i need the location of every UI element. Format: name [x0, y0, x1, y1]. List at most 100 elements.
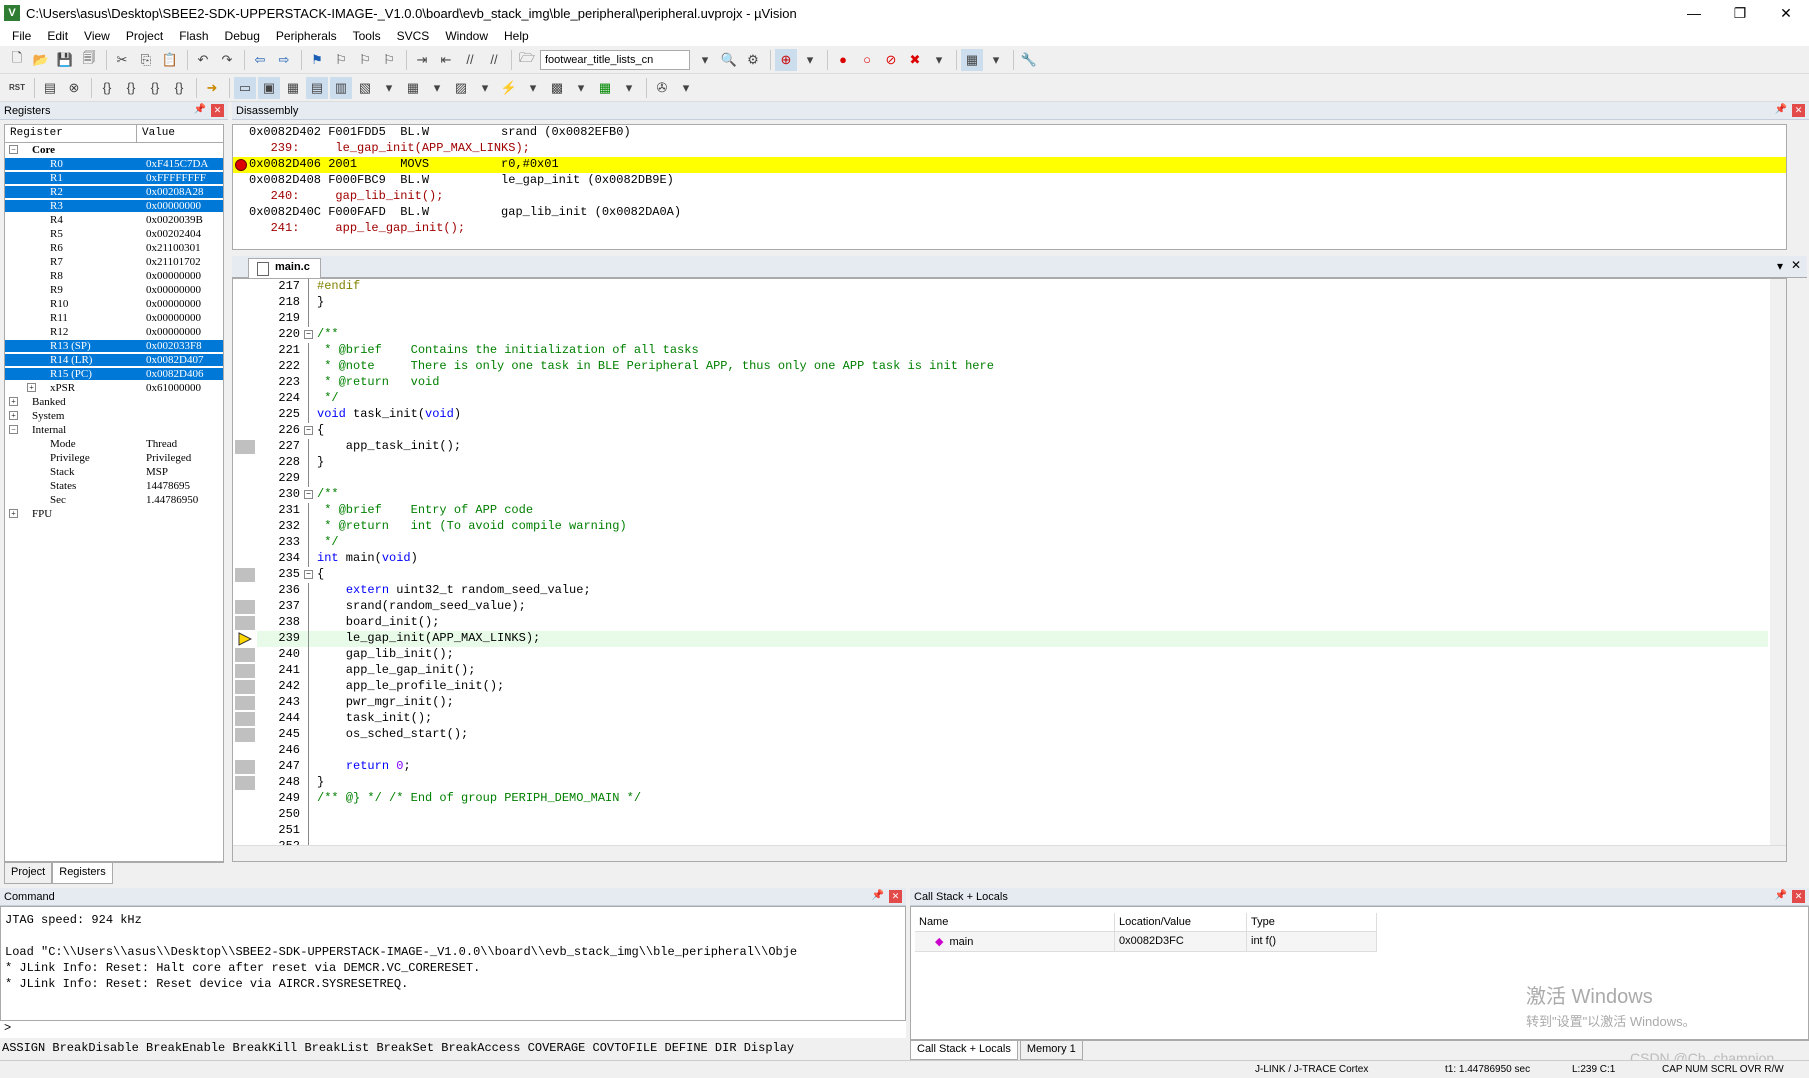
dropdown-arrow-icon[interactable]: ▾ — [928, 49, 950, 71]
pin-icon[interactable]: 📌 — [194, 104, 206, 115]
code-line[interactable]: 250 — [257, 807, 1768, 823]
tree-node-internal[interactable]: − Internal — [5, 423, 223, 437]
register-row[interactable]: R4 0x0020039B — [5, 213, 223, 227]
watch-window-icon[interactable]: ▧ — [354, 77, 376, 99]
disasm-line[interactable]: 0x0082D408 F000FBC9 BL.W le_gap_init (0x… — [233, 173, 1786, 189]
uncomment-icon[interactable]: // — [483, 49, 505, 71]
register-row[interactable]: R14 (LR) 0x0082D407 — [5, 353, 223, 367]
code-line[interactable]: 248} — [257, 775, 1768, 791]
menu-tools[interactable]: Tools — [345, 29, 389, 43]
menu-svcs[interactable]: SVCS — [389, 29, 438, 43]
menu-project[interactable]: Project — [118, 29, 171, 43]
run-icon[interactable]: ▤ — [39, 77, 61, 99]
code-line[interactable]: 236 extern uint32_t random_seed_value; — [257, 583, 1768, 599]
register-column-header[interactable]: Register — [5, 125, 137, 142]
clear-bookmarks-icon[interactable]: ⚐ — [378, 49, 400, 71]
disasm-line[interactable]: 239: le_gap_init(APP_MAX_LINKS); — [233, 141, 1786, 157]
menu-flash[interactable]: Flash — [171, 29, 216, 43]
combo-dropdown-icon[interactable]: ▾ — [694, 49, 716, 71]
save-icon[interactable]: 💾 — [54, 49, 76, 71]
register-row[interactable]: + xPSR 0x61000000 — [5, 381, 223, 395]
tree-expander-icon[interactable]: + — [9, 411, 18, 420]
step-out-icon[interactable]: {} — [144, 77, 166, 99]
fold-toggle-icon[interactable]: − — [304, 570, 313, 579]
disassembly-window-icon[interactable]: ▣ — [258, 76, 280, 99]
tree-node-fpu[interactable]: + FPU — [5, 507, 223, 521]
dropdown-arrow-icon[interactable]: ▾ — [426, 77, 448, 99]
next-bookmark-icon[interactable]: ⚐ — [354, 49, 376, 71]
tab-memory-1[interactable]: Memory 1 — [1019, 1041, 1083, 1060]
register-row[interactable]: R0 0xF415C7DA — [5, 157, 223, 171]
show-next-statement-icon[interactable]: ➜ — [201, 77, 223, 99]
internal-row[interactable]: Privilege Privileged — [5, 451, 223, 465]
cut-icon[interactable]: ✂ — [111, 49, 133, 71]
disable-all-breakpoints-icon[interactable]: ⊘ — [880, 49, 902, 71]
target-combo[interactable]: footwear_title_lists_cn — [540, 49, 690, 70]
undo-icon[interactable]: ↶ — [192, 49, 214, 71]
code-line[interactable]: 234 int main(void) — [257, 551, 1768, 567]
step-into-icon[interactable]: {} — [96, 77, 118, 99]
nav-back-icon[interactable]: ⇦ — [249, 49, 271, 71]
register-row[interactable]: R7 0x21101702 — [5, 255, 223, 269]
dropdown-arrow-icon[interactable]: ▾ — [378, 77, 400, 99]
debug-session-icon[interactable]: ⊕ — [775, 48, 797, 71]
tab-main-c[interactable]: main.c — [248, 258, 321, 278]
paste-icon[interactable]: 📋 — [159, 49, 181, 71]
tree-node-core[interactable]: − Core — [5, 143, 223, 157]
disasm-line[interactable]: 240: gap_lib_init(); — [233, 189, 1786, 205]
fold-toggle-icon[interactable]: − — [304, 490, 313, 499]
disable-breakpoint-icon[interactable]: ○ — [856, 49, 878, 71]
disasm-line[interactable]: 241: app_le_gap_init(); — [233, 221, 1786, 237]
nav-forward-icon[interactable]: ⇨ — [273, 49, 295, 71]
kill-all-breakpoints-icon[interactable]: ✖ — [904, 49, 926, 71]
tab-list-dropdown-icon[interactable]: ▾ — [1777, 259, 1783, 273]
code-line[interactable]: 241 app_le_gap_init(); — [257, 663, 1768, 679]
bookmark-icon[interactable]: ⚑ — [306, 49, 328, 71]
register-row[interactable]: R5 0x00202404 — [5, 227, 223, 241]
code-line[interactable]: 244 task_init(); — [257, 711, 1768, 727]
close-panel-icon[interactable]: ✕ — [1792, 890, 1805, 903]
close-panel-icon[interactable]: ✕ — [1792, 104, 1805, 117]
callstack-row-location[interactable]: 0x0082D3FC — [1115, 932, 1247, 952]
code-line[interactable]: 230−/** — [257, 487, 1768, 503]
code-editor[interactable]: 217 #endif 218} 219 220−/** 221 * @brief Cont… — [232, 278, 1787, 862]
register-row[interactable]: R11 0x00000000 — [5, 311, 223, 325]
code-line[interactable]: 219 — [257, 311, 1768, 327]
maximize-button[interactable]: ❐ — [1717, 0, 1763, 26]
register-row[interactable]: R10 0x00000000 — [5, 297, 223, 311]
trace-window-icon[interactable]: ▩ — [546, 77, 568, 99]
fold-toggle-icon[interactable]: − — [304, 426, 313, 435]
close-tab-icon[interactable]: ✕ — [1791, 258, 1801, 272]
tree-expander-icon[interactable]: − — [9, 425, 18, 434]
code-line[interactable]: 224 */ — [257, 391, 1768, 407]
reset-icon[interactable]: RST — [6, 77, 28, 99]
horizontal-scrollbar[interactable] — [233, 845, 1786, 861]
close-panel-icon[interactable]: ✕ — [211, 104, 224, 117]
code-line[interactable]: 235−{ — [257, 567, 1768, 583]
dropdown-arrow-icon[interactable]: ▾ — [522, 77, 544, 99]
pin-icon[interactable]: 📌 — [872, 890, 884, 901]
prev-bookmark-icon[interactable]: ⚐ — [330, 49, 352, 71]
find-icon[interactable]: 🔍 — [718, 49, 740, 71]
code-line[interactable]: 243 pwr_mgr_init(); — [257, 695, 1768, 711]
internal-row[interactable]: States 14478695 — [5, 479, 223, 493]
disasm-line[interactable]: 0x0082D406 2001 MOVS r0,#0x01 — [233, 157, 1786, 173]
code-line[interactable]: 247 return 0; — [257, 759, 1768, 775]
stop-icon[interactable]: ⊗ — [63, 77, 85, 99]
code-line[interactable]: 240 gap_lib_init(); — [257, 647, 1768, 663]
code-line[interactable]: 226−{ — [257, 423, 1768, 439]
code-line[interactable]: 227 app_task_init(); — [257, 439, 1768, 455]
dropdown-arrow-icon[interactable]: ▾ — [675, 77, 697, 99]
dropdown-arrow-icon[interactable]: ▾ — [474, 77, 496, 99]
code-line[interactable]: 221 * @brief Contains the initialization… — [257, 343, 1768, 359]
new-file-icon[interactable]: 🗋 — [6, 49, 28, 71]
tree-node-system[interactable]: + System — [5, 409, 223, 423]
tree-expander-icon[interactable]: + — [9, 397, 18, 406]
copy-icon[interactable]: ⎘ — [135, 49, 157, 71]
register-row[interactable]: R13 (SP) 0x002033F8 — [5, 339, 223, 353]
menu-help[interactable]: Help — [496, 29, 537, 43]
register-row[interactable]: R1 0xFFFFFFFF — [5, 171, 223, 185]
tree-expander-icon[interactable]: + — [9, 509, 18, 518]
unindent-icon[interactable]: ⇤ — [435, 49, 457, 71]
window-layout-icon[interactable]: ▦ — [961, 48, 983, 71]
